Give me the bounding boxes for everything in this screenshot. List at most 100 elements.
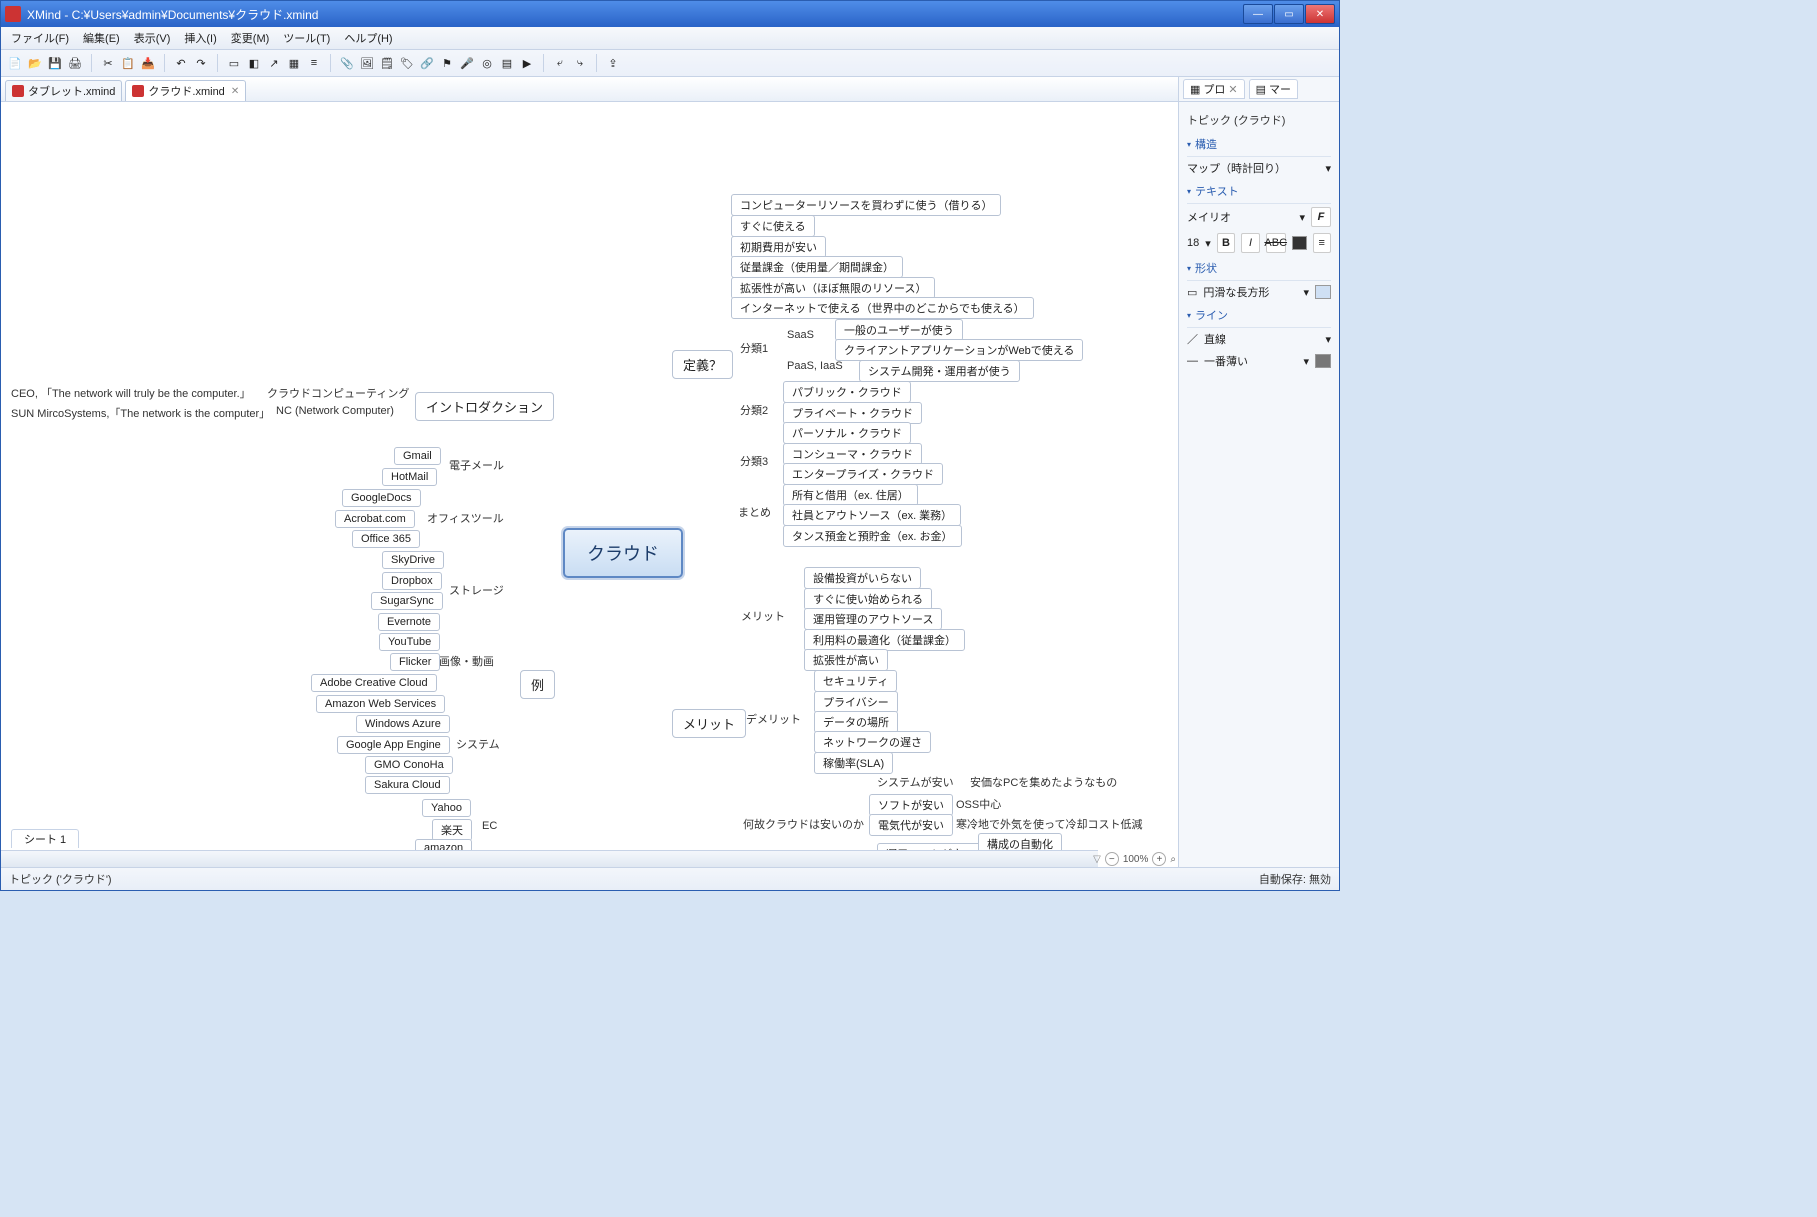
topic[interactable]: 運用管理のアウトソース bbox=[804, 608, 942, 630]
horizontal-scrollbar[interactable] bbox=[1, 850, 1098, 867]
expand-icon[interactable]: ⤷ bbox=[572, 55, 588, 71]
topic[interactable]: Acrobat.com bbox=[335, 510, 415, 528]
topic[interactable]: EC bbox=[482, 820, 497, 832]
topic[interactable]: 従量課金（使用量／期間課金） bbox=[731, 256, 903, 278]
topic-merit[interactable]: メリット bbox=[672, 709, 746, 738]
topic[interactable]: Evernote bbox=[378, 613, 440, 631]
topic[interactable]: CEO, 「The network will truly be the comp… bbox=[11, 385, 251, 401]
topic[interactable]: プライベート・クラウド bbox=[783, 402, 922, 424]
topic[interactable]: デメリット bbox=[746, 711, 801, 727]
dropdown-icon[interactable]: ▾ bbox=[1303, 355, 1309, 368]
collapse-icon[interactable]: ⤶ bbox=[552, 55, 568, 71]
zoom-fit-icon[interactable]: ⌕ bbox=[1170, 854, 1176, 865]
topic[interactable]: 構成の自動化 bbox=[978, 833, 1062, 851]
close-tab-icon[interactable]: ✕ bbox=[231, 86, 239, 97]
topic[interactable]: 分類3 bbox=[740, 453, 768, 469]
topic[interactable]: Sakura Cloud bbox=[365, 776, 450, 794]
shape-select[interactable]: 円滑な長方形 bbox=[1203, 284, 1297, 300]
tab-cloud[interactable]: クラウド.xmind✕ bbox=[125, 80, 246, 101]
share-icon[interactable]: ⇪ bbox=[605, 55, 621, 71]
text-color-swatch[interactable] bbox=[1292, 236, 1307, 250]
topic[interactable]: 拡張性が高い bbox=[804, 649, 888, 671]
line-color-swatch[interactable] bbox=[1315, 354, 1331, 368]
dropdown-icon[interactable]: ▾ bbox=[1325, 162, 1331, 175]
topic[interactable]: 初期費用が安い bbox=[731, 236, 826, 258]
topic[interactable]: NC (Network Computer) bbox=[276, 405, 394, 417]
bold-button[interactable]: B bbox=[1217, 233, 1235, 253]
menu-edit[interactable]: 編集(E) bbox=[77, 28, 126, 48]
titlebar[interactable]: XMind - C:¥Users¥admin¥Documents¥クラウド.xm… bbox=[1, 1, 1339, 27]
topic[interactable]: 設備投資がいらない bbox=[804, 567, 921, 589]
topic[interactable]: Yahoo bbox=[422, 799, 471, 817]
new-icon[interactable]: 📄 bbox=[7, 55, 23, 71]
section-text[interactable]: ▾テキスト bbox=[1187, 179, 1331, 204]
topic[interactable]: セキュリティ bbox=[814, 670, 897, 692]
topic[interactable]: 楽天 bbox=[432, 819, 472, 841]
topic[interactable]: タンス預金と預貯金（ex. お金） bbox=[783, 525, 962, 547]
topic[interactable]: Office 365 bbox=[352, 530, 420, 548]
topic[interactable]: Dropbox bbox=[382, 572, 442, 590]
topic[interactable]: パーソナル・クラウド bbox=[783, 422, 911, 444]
topic[interactable]: GoogleDocs bbox=[342, 489, 421, 507]
topic[interactable]: Amazon Web Services bbox=[316, 695, 445, 713]
dropdown-icon[interactable]: ▾ bbox=[1299, 211, 1305, 224]
section-structure[interactable]: ▾構造 bbox=[1187, 132, 1331, 157]
topic[interactable]: ストレージ bbox=[449, 582, 504, 598]
summary-icon[interactable]: ≡ bbox=[306, 55, 322, 71]
topic[interactable]: 安価なPCを集めたようなもの bbox=[970, 774, 1117, 790]
topic[interactable]: コンシューマ・クラウド bbox=[783, 443, 922, 465]
topic[interactable]: クライアントアプリケーションがWebで使える bbox=[835, 339, 1083, 361]
topic[interactable]: 拡張性が高い（ほぼ無限のリソース） bbox=[731, 277, 935, 299]
topic[interactable]: 一般のユーザーが使う bbox=[835, 319, 963, 341]
topic[interactable]: 寒冷地で外気を使って冷却コスト低減 bbox=[956, 816, 1142, 832]
fill-swatch[interactable] bbox=[1315, 285, 1331, 299]
filter-icon[interactable]: ▤ bbox=[499, 55, 515, 71]
audio-icon[interactable]: 🎤 bbox=[459, 55, 475, 71]
topic[interactable]: YouTube bbox=[379, 633, 440, 651]
topic[interactable]: データの場所 bbox=[814, 711, 898, 733]
topic[interactable]: Gmail bbox=[394, 447, 441, 465]
topic[interactable]: メリット bbox=[741, 608, 785, 624]
sidetab-properties[interactable]: ▦プロ✕ bbox=[1183, 79, 1245, 99]
topic[interactable]: Adobe Creative Cloud bbox=[311, 674, 437, 692]
topic[interactable]: Windows Azure bbox=[356, 715, 450, 733]
maximize-button[interactable]: ▭ bbox=[1274, 4, 1304, 24]
topic[interactable]: システム bbox=[456, 736, 500, 752]
marker-icon[interactable]: ⚑ bbox=[439, 55, 455, 71]
topic[interactable]: プライバシー bbox=[814, 691, 898, 713]
minimize-button[interactable]: — bbox=[1243, 4, 1273, 24]
topic[interactable]: 分類1 bbox=[740, 340, 768, 356]
menu-help[interactable]: ヘルプ(H) bbox=[338, 28, 398, 48]
relationship-icon[interactable]: ↗ bbox=[266, 55, 282, 71]
topic[interactable]: 分類2 bbox=[740, 402, 768, 418]
topic[interactable]: 所有と借用（ex. 住居） bbox=[783, 484, 918, 506]
drill-icon[interactable]: ◎ bbox=[479, 55, 495, 71]
menu-insert[interactable]: 挿入(I) bbox=[178, 28, 222, 48]
topic[interactable]: システム開発・運用者が使う bbox=[859, 360, 1020, 382]
topic[interactable]: 電子メール bbox=[449, 457, 504, 473]
paste-icon[interactable]: 📥 bbox=[140, 55, 156, 71]
topic[interactable]: HotMail bbox=[382, 468, 437, 486]
topic[interactable]: インターネットで使える（世界中のどこからでも使える） bbox=[731, 297, 1034, 319]
topic[interactable]: コンピューターリソースを買わずに使う（借りる） bbox=[731, 194, 1001, 216]
topic-icon[interactable]: ▭ bbox=[226, 55, 242, 71]
print-icon[interactable]: 🖨 bbox=[67, 55, 83, 71]
dropdown-icon[interactable]: ▾ bbox=[1205, 237, 1211, 250]
menu-file[interactable]: ファイル(F) bbox=[5, 28, 75, 48]
link-icon[interactable]: 🔗 bbox=[419, 55, 435, 71]
topic[interactable]: PaaS, IaaS bbox=[787, 360, 843, 372]
label-icon[interactable]: 🏷 bbox=[399, 55, 415, 71]
central-topic[interactable]: クラウド bbox=[563, 528, 683, 578]
topic[interactable]: 利用料の最適化（従量課金） bbox=[804, 629, 965, 651]
note-icon[interactable]: 🗒 bbox=[379, 55, 395, 71]
structure-select[interactable]: マップ（時計回り） bbox=[1187, 160, 1319, 176]
topic[interactable]: 何故クラウドは安いのか bbox=[743, 816, 864, 832]
zoom-in-button[interactable]: + bbox=[1152, 852, 1166, 866]
topic[interactable]: ソフトが安い bbox=[869, 794, 953, 816]
mindmap-canvas[interactable]: クラウド イントロダクション クラウドコンピューティング NC (Network… bbox=[1, 102, 1178, 851]
topic[interactable]: GMO ConoHa bbox=[365, 756, 453, 774]
align-button[interactable]: ≡ bbox=[1313, 233, 1331, 253]
topic[interactable]: システムが安い bbox=[877, 774, 954, 790]
dropdown-icon[interactable]: ▾ bbox=[1325, 333, 1331, 346]
sidetab-markers[interactable]: ▤マー bbox=[1249, 79, 1298, 99]
